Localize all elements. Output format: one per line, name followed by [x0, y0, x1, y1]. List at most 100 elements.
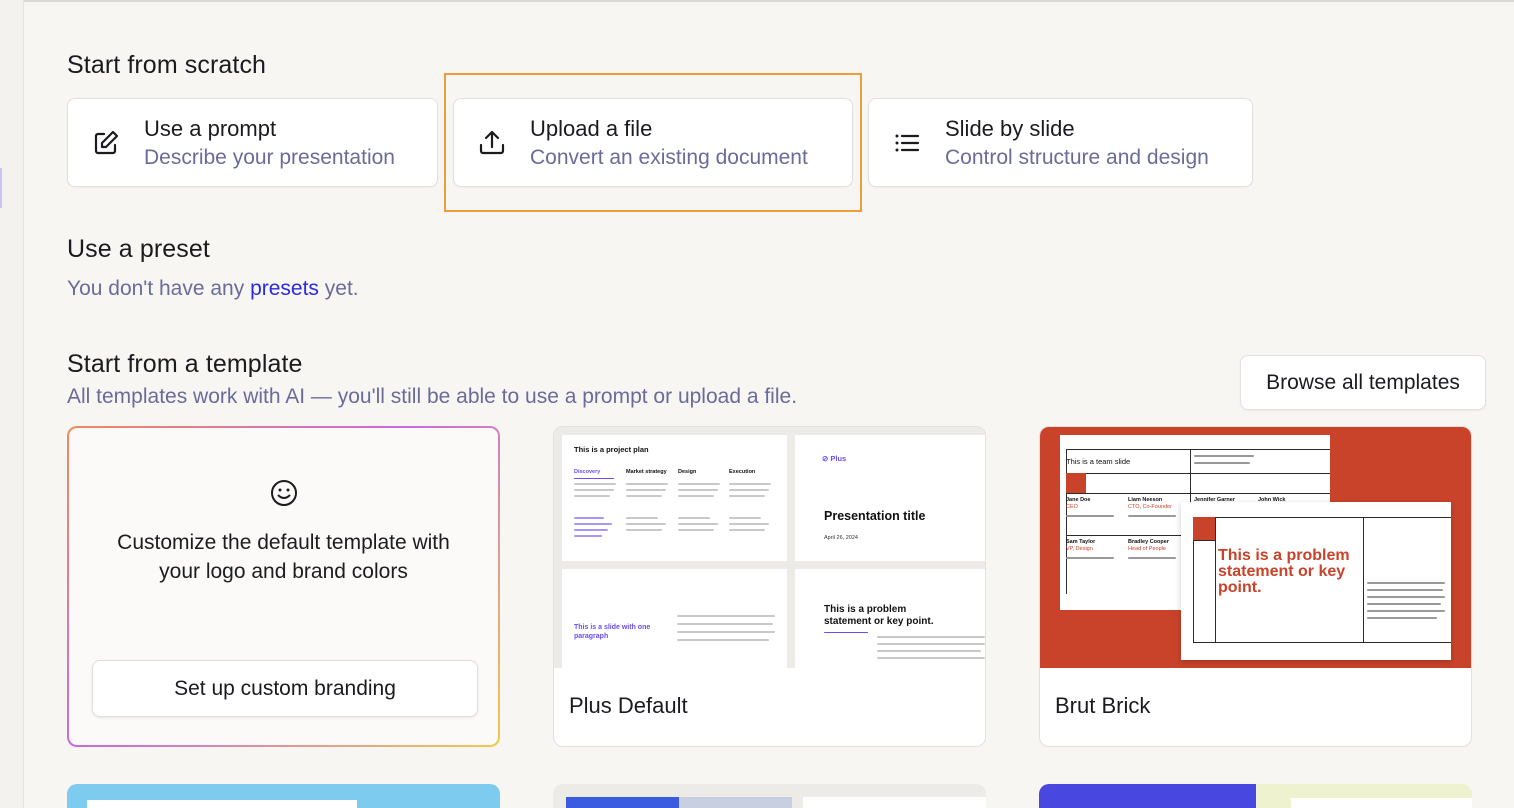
preview-person-name: Sam Taylor: [1066, 539, 1096, 545]
template-heading: Start from a template: [67, 350, 303, 378]
preview-line: [574, 535, 602, 537]
preview-person-name: Bradley Cooper: [1128, 539, 1169, 545]
preview-slide: ⊘ Plus Presentation title April 26, 2024: [795, 435, 985, 561]
preview-slide-title: This is a slide with one paragraph: [574, 624, 651, 640]
edit-icon: [94, 130, 119, 155]
preview-slide: [1291, 798, 1472, 808]
branding-description: Customize the default template with your…: [69, 528, 498, 586]
upload-icon: [479, 130, 505, 155]
preview-line: [1066, 515, 1114, 517]
preview-slide: This is a problem statement or key point…: [1181, 502, 1451, 660]
option-title: Use a prompt: [144, 116, 277, 141]
preview-line: [626, 495, 662, 497]
preview-line: [678, 489, 718, 491]
template-preview: This is a project plan Discovery Market …: [554, 427, 985, 668]
preset-empty-text: You don't have any presets yet.: [67, 277, 359, 301]
preview-rule: [1066, 473, 1330, 474]
preview-date: April 26, 2024: [824, 535, 858, 541]
preview-line: [677, 639, 769, 641]
preview-line: [729, 523, 769, 525]
preview-line: [678, 495, 714, 497]
preview-rule: [1193, 642, 1451, 643]
preview-line: [877, 657, 985, 659]
list-icon: [895, 134, 920, 152]
template-card-partial[interactable]: [67, 784, 500, 808]
preview-rule: [1193, 517, 1451, 518]
preview-rule: [824, 632, 868, 633]
preview-line: [729, 489, 769, 491]
template-card-partial[interactable]: [553, 784, 986, 808]
preview-rule: [1193, 540, 1215, 541]
preview-line: [1367, 603, 1441, 605]
preview-line: [1367, 589, 1443, 591]
preview-logo-text: Plus: [830, 454, 847, 463]
preview-slide: [87, 800, 357, 808]
preview-col: Design: [678, 469, 697, 475]
preview-slide: [803, 797, 986, 808]
top-border: [0, 0, 1514, 2]
preview-line: [626, 517, 658, 519]
setup-branding-button[interactable]: Set up custom branding: [92, 660, 478, 717]
preview-line: [1194, 455, 1254, 457]
preview-line: [677, 631, 775, 633]
upload-file-option[interactable]: Upload a file Convert an existing docume…: [453, 98, 853, 187]
preview-slide-title: Presentation title: [824, 509, 926, 523]
preview-person-name: Jane Doe: [1066, 497, 1091, 503]
slide-by-slide-option[interactable]: Slide by slide Control structure and des…: [868, 98, 1253, 187]
preset-heading: Use a preset: [67, 235, 210, 263]
template-preview: This is a team slide Jane Doe CEO Liam N…: [1040, 427, 1471, 668]
preview-line: [877, 650, 981, 652]
preview-rule: [1066, 449, 1330, 450]
preview-line: [574, 483, 616, 485]
preview-logo: ⊘ Plus: [822, 454, 847, 463]
preview-line: [729, 483, 771, 485]
use-prompt-option[interactable]: Use a prompt Describe your presentation: [67, 98, 438, 187]
preview-line: [574, 517, 604, 519]
presets-link[interactable]: presets: [250, 277, 319, 300]
preview-slide: This is a slide with one paragraph: [562, 569, 787, 668]
preview-line: [626, 523, 666, 525]
preview-person-role: VP, Design: [1066, 546, 1093, 552]
preview-line: [1066, 557, 1114, 559]
preview-slide-title: This is a problem statement or key point…: [824, 604, 934, 627]
preview-line: [1128, 515, 1176, 517]
preview-line: [626, 489, 666, 491]
sidebar-active-indicator: [0, 168, 2, 208]
preview-line: [729, 495, 765, 497]
custom-branding-card: Customize the default template with your…: [67, 426, 500, 747]
preview-person-role: CEO: [1066, 504, 1078, 510]
preview-slide: [566, 797, 679, 808]
preview-slide-title: This is a team slide: [1066, 457, 1131, 466]
preview-line: [1367, 596, 1445, 598]
left-sidebar: [0, 0, 24, 808]
preview-line: [574, 495, 610, 497]
option-subtitle: Convert an existing document: [530, 146, 808, 169]
preview-rule: [574, 478, 614, 479]
option-title: Upload a file: [530, 116, 653, 141]
preview-line: [678, 523, 718, 525]
preview-person-name: Liam Neeson: [1128, 497, 1163, 503]
template-card-brut-brick[interactable]: This is a team slide Jane Doe CEO Liam N…: [1039, 426, 1472, 747]
template-subtitle: All templates work with AI — you'll stil…: [67, 385, 798, 408]
preview-line: [574, 489, 614, 491]
preview-rule: [1363, 517, 1364, 642]
preview-person-role: Head of People: [1128, 546, 1166, 552]
option-title: Slide by slide: [945, 116, 1075, 141]
preview-line: [1128, 557, 1176, 559]
preview-rule: [1215, 517, 1216, 642]
template-name: Brut Brick: [1055, 693, 1151, 718]
browse-all-templates-button[interactable]: Browse all templates: [1240, 355, 1486, 410]
template-card-partial[interactable]: [1039, 784, 1472, 808]
preview-line: [877, 643, 985, 645]
preview-line: [678, 517, 710, 519]
option-subtitle: Control structure and design: [945, 146, 1209, 169]
template-card-plus-default[interactable]: This is a project plan Discovery Market …: [553, 426, 986, 747]
scratch-heading: Start from scratch: [67, 51, 267, 79]
preview-line: [729, 529, 765, 531]
preview-col: Market strategy: [626, 469, 667, 475]
preview-square: [1066, 473, 1086, 493]
preview-line: [1367, 617, 1437, 619]
smiley-icon: [271, 480, 297, 506]
template-name: Plus Default: [569, 693, 688, 718]
preview-line: [677, 615, 775, 617]
